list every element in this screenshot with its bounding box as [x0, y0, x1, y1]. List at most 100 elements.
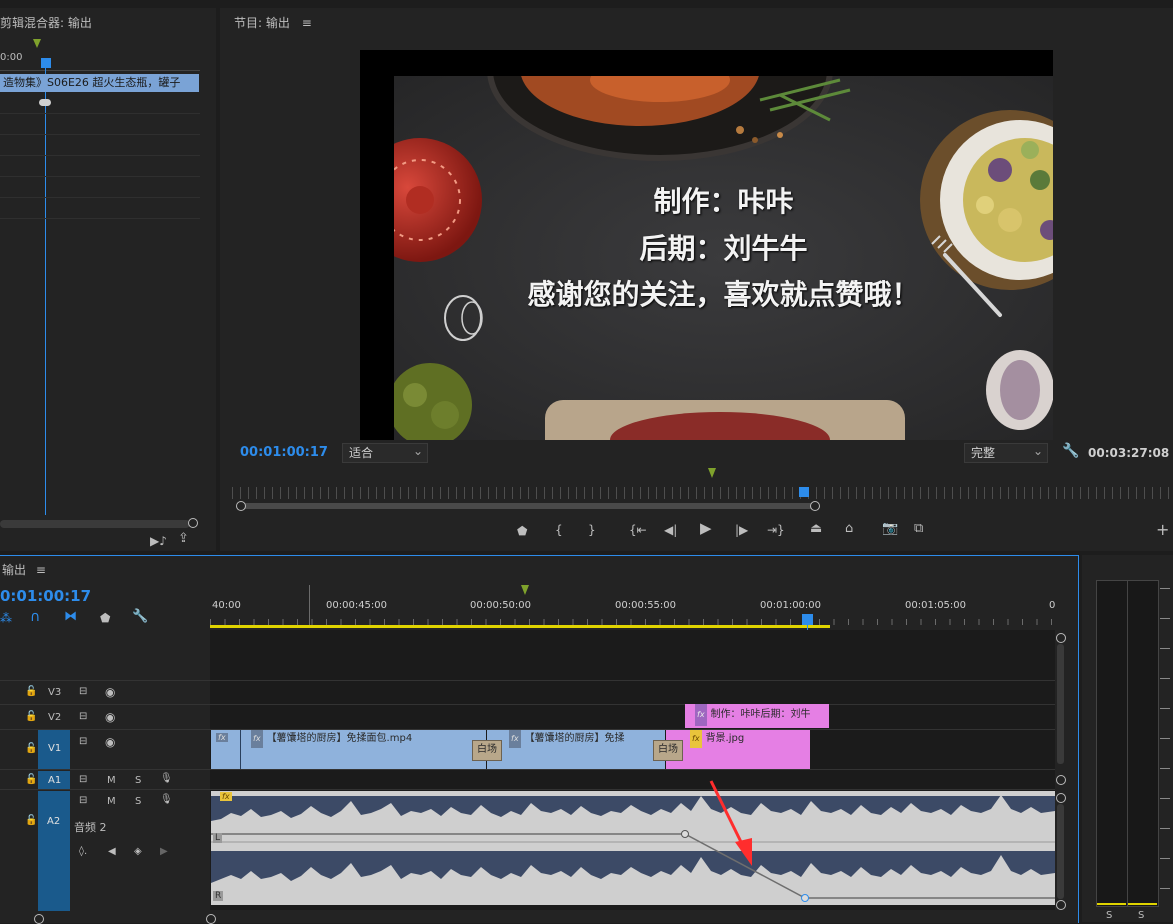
monitor-scrollbar[interactable] — [240, 503, 815, 509]
timeline-video-scrollbar[interactable] — [1057, 644, 1064, 764]
audio-waveform — [211, 795, 1055, 902]
timeline-menu-icon[interactable]: ≡ — [36, 563, 46, 577]
a2-source-patch[interactable] — [38, 791, 70, 911]
v3-sync-icon[interactable]: ⊟ — [79, 686, 87, 697]
mixer-in-marker[interactable] — [33, 39, 41, 48]
timeline-current-time[interactable]: 0:01:00:17 — [0, 587, 91, 605]
a2-audio-clip[interactable]: fx L R — [211, 791, 1055, 905]
program-monitor-title-text: 节目: 输出 — [234, 16, 290, 30]
a2-prev-keyframe-icon[interactable]: ◀ — [108, 846, 116, 857]
timeline-audio-scroll-top[interactable] — [1056, 793, 1066, 803]
add-button-icon[interactable]: + — [1156, 522, 1169, 538]
linked-selection-icon[interactable]: ⧓ — [64, 610, 77, 623]
timeline-in-marker[interactable] — [521, 585, 529, 595]
a2-next-keyframe-icon[interactable]: ▶ — [160, 846, 168, 857]
v3-lock-icon[interactable]: 🔓 — [25, 686, 37, 697]
play-icon[interactable]: ▶ — [700, 521, 712, 536]
timeline-video-scroll-bottom[interactable] — [1056, 775, 1066, 785]
a2-fx-badge: fx — [220, 792, 232, 801]
monitor-in-marker[interactable] — [708, 468, 716, 478]
go-to-out-icon[interactable]: ⇥} — [767, 524, 785, 536]
mixer-ruler[interactable] — [0, 50, 200, 71]
a2-keyframe-toggle-icon[interactable]: ◊. — [79, 846, 87, 857]
v1-clip-small-fx: fx — [216, 733, 228, 742]
v1-clip-1[interactable]: fx 【薯馕塔的厨房】免揉面包.mp4 — [241, 730, 486, 769]
mixer-scrollbar[interactable] — [0, 520, 190, 528]
v1-clip-small[interactable]: fx — [211, 730, 241, 769]
settings-wrench-icon[interactable]: 🔧 — [1062, 444, 1079, 458]
a1-mic-icon[interactable]: 🎙 — [160, 773, 173, 784]
v2-title-clip[interactable]: fx 制作：咔咔后期：刘牛 — [685, 704, 829, 728]
monitor-ruler[interactable] — [232, 487, 1173, 499]
timeline-audio-scrollbar[interactable] — [1057, 804, 1064, 899]
extract-icon[interactable]: ⌂ — [845, 522, 853, 535]
audio-insert-icon[interactable]: ▶♪ — [150, 535, 167, 547]
panel-menu-icon[interactable]: ≡ — [302, 16, 312, 30]
v1-eye-icon[interactable]: ◉ — [105, 735, 115, 749]
a1-mute-button[interactable]: M — [107, 775, 116, 786]
v2-lock-icon[interactable]: 🔓 — [25, 711, 37, 722]
mixer-playhead-head[interactable] — [41, 58, 51, 68]
v1-clip-2[interactable]: fx 【薯馕塔的厨房】免揉 — [487, 730, 665, 769]
monitor-scroll-left[interactable] — [236, 501, 246, 511]
monitor-scroll-right[interactable] — [810, 501, 820, 511]
export-icon[interactable]: ⇪ — [178, 532, 189, 545]
mark-in-icon[interactable]: { — [555, 524, 563, 536]
timeline-marker-icon[interactable]: ⬟ — [100, 612, 110, 624]
v1-background-clip[interactable]: fx 背景.jpg — [666, 730, 810, 769]
timeline-audio-scroll-bottom[interactable] — [1056, 900, 1066, 910]
timeline-h-scroll-right[interactable] — [206, 914, 216, 924]
v2-sync-icon[interactable]: ⊟ — [79, 711, 87, 722]
mixer-scroll-handle[interactable] — [188, 518, 198, 528]
snap-magnet-icon[interactable]: ∩ — [30, 610, 40, 624]
v2-label[interactable]: V2 — [48, 712, 61, 723]
a1-lock-icon[interactable]: 🔓 — [25, 774, 37, 785]
a2-label[interactable]: A2 — [47, 816, 60, 827]
go-to-in-icon[interactable]: {⇤ — [629, 524, 647, 536]
program-video-frame[interactable]: 制作：咔咔 后期：刘牛牛 感谢您的关注，喜欢就点赞哦！ — [360, 50, 1053, 440]
mixer-clip[interactable]: 造物集》S06E26 超火生态瓶，罐子 — [0, 74, 199, 92]
a2-lock-icon[interactable]: 🔓 — [25, 815, 37, 826]
timeline-playhead-head[interactable] — [802, 614, 813, 625]
a2-sync-icon[interactable]: ⊟ — [79, 795, 87, 806]
transition-white-1[interactable]: 白场 — [472, 740, 502, 761]
quality-dropdown[interactable]: 完整 — [964, 442, 1048, 463]
v2-eye-icon[interactable]: ◉ — [105, 710, 115, 724]
a1-label[interactable]: A1 — [48, 775, 61, 786]
timeline-video-scroll-top[interactable] — [1056, 633, 1066, 643]
meter-solo-left[interactable]: S — [1106, 910, 1112, 921]
step-back-icon[interactable]: ◀| — [664, 524, 677, 536]
mixer-playhead-line — [45, 68, 46, 515]
zoom-dropdown[interactable]: 适合 — [342, 442, 428, 463]
v1-clip-1-label: 【薯馕塔的厨房】免揉面包.mp4 — [266, 733, 413, 744]
meter-solo-right[interactable]: S — [1138, 910, 1144, 921]
nest-icon[interactable]: ⁂ — [0, 612, 12, 624]
lift-icon[interactable]: ⏏ — [810, 522, 822, 535]
mark-out-icon[interactable]: } — [588, 524, 596, 536]
monitor-playhead[interactable] — [799, 487, 809, 497]
a2-mute-button[interactable]: M — [107, 796, 116, 807]
ruler-label-2: 00:00:45:00 — [326, 600, 388, 611]
timeline-h-scroll-left[interactable] — [34, 914, 44, 924]
a1-sync-icon[interactable]: ⊟ — [79, 774, 87, 785]
timeline-wrench-icon[interactable]: 🔧 — [132, 610, 148, 623]
transition-white-2[interactable]: 白场 — [653, 740, 683, 761]
step-forward-icon[interactable]: |▶ — [735, 524, 748, 536]
v3-eye-icon[interactable]: ◉ — [105, 685, 115, 699]
a1-solo-button[interactable]: S — [135, 775, 141, 786]
timeline-ruler[interactable]: 40:00 00:00:45:00 00:00:50:00 00:00:55:0… — [210, 585, 1055, 627]
a2-mic-icon[interactable]: 🎙 — [160, 794, 173, 805]
work-area-bar[interactable] — [210, 625, 830, 628]
a2-add-keyframe-icon[interactable]: ◈ — [134, 846, 142, 857]
a2-solo-button[interactable]: S — [135, 796, 141, 807]
channel-r-label: R — [213, 891, 224, 901]
v3-label[interactable]: V3 — [48, 687, 61, 698]
v1-sync-icon[interactable]: ⊟ — [79, 736, 87, 747]
v1-lock-icon[interactable]: 🔓 — [25, 743, 37, 754]
v1-label[interactable]: V1 — [48, 743, 61, 754]
compare-icon[interactable]: ⧉ — [914, 522, 923, 535]
add-marker-icon[interactable]: ⬟ — [517, 525, 527, 537]
mixer-keyframe[interactable] — [39, 99, 51, 106]
camera-icon[interactable]: 📷 — [882, 522, 898, 535]
program-current-time[interactable]: 00:01:00:17 — [240, 445, 328, 460]
